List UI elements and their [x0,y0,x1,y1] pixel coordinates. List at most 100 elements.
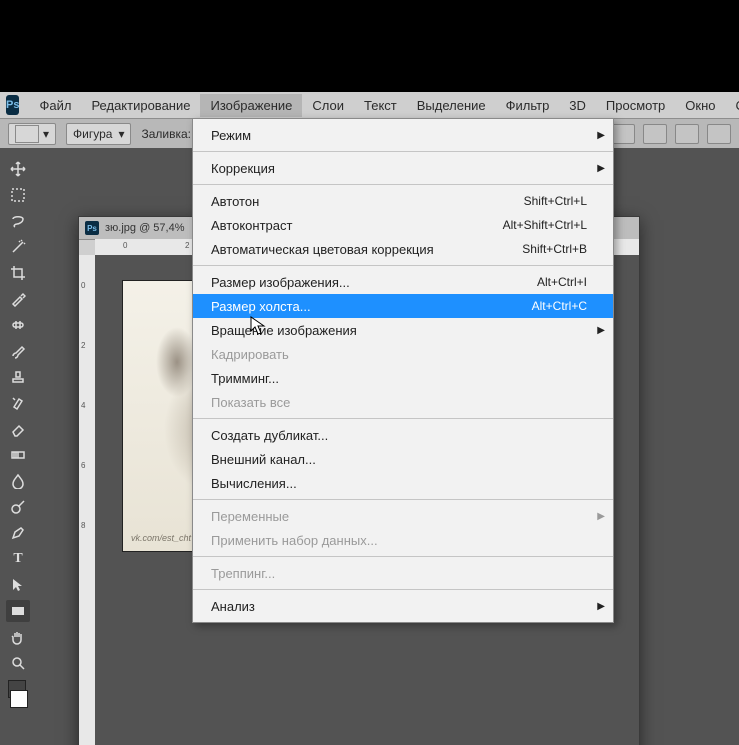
dodge-tool[interactable] [6,496,30,518]
menu-rotation[interactable]: Вращение изображения ▶ [193,318,613,342]
pen-tool[interactable] [6,522,30,544]
ruler-v-tick: 2 [81,341,85,350]
menu-analysis[interactable]: Анализ ▶ [193,594,613,618]
app-root: Ps Файл Редактирование Изображение Слои … [0,0,739,745]
rectangle-tool[interactable] [6,600,30,622]
menu-reveal-all-label: Показать все [211,395,290,410]
menu-auto-contrast[interactable]: Автоконтраст Alt+Shift+Ctrl+L [193,213,613,237]
menu-trap[interactable]: Треппинг... [193,561,613,585]
submenu-arrow-icon: ▶ [597,130,605,141]
crop-tool[interactable] [6,262,30,284]
menu-auto-contrast-label: Автоконтраст [211,218,292,233]
ruler-vertical[interactable]: 0 2 4 6 8 [79,255,96,745]
eyedropper-tool[interactable] [6,288,30,310]
hand-tool[interactable] [6,626,30,648]
menu-crop-label: Кадрировать [211,347,289,362]
wand-tool[interactable] [6,236,30,258]
ruler-v-tick: 0 [81,281,85,290]
menu-crop[interactable]: Кадрировать [193,342,613,366]
move-tool[interactable] [6,158,30,180]
menu-canvas-size[interactable]: Размер холста... Alt+Ctrl+C [193,294,613,318]
type-tool[interactable]: T [6,548,30,570]
toolbox: T [3,156,33,710]
menu-apply-image-label: Внешний канал... [211,452,316,467]
menu-duplicate[interactable]: Создать дубликат... [193,423,613,447]
menu-auto-tone[interactable]: Автотон Shift+Ctrl+L [193,189,613,213]
menu-auto-contrast-key: Alt+Shift+Ctrl+L [503,218,587,232]
ruler-v-tick: 6 [81,461,85,470]
fill-label: Заливка: [141,127,191,141]
eraser-tool[interactable] [6,418,30,440]
menu-layers[interactable]: Слои [302,94,354,117]
stamp-tool[interactable] [6,366,30,388]
color-swatches[interactable] [6,678,30,710]
menu-trap-label: Треппинг... [211,566,275,581]
menu-mode[interactable]: Режим ▶ [193,123,613,147]
ruler-v-tick: 8 [81,521,85,530]
menu-edit[interactable]: Редактирование [81,94,200,117]
menu-type[interactable]: Текст [354,94,407,117]
menu-auto-color-label: Автоматическая цветовая коррекция [211,242,434,257]
ruler-v-tick: 4 [81,401,85,410]
shape-mode-label: Фигура [73,127,112,141]
image-menu-popup: Режим ▶ Коррекция ▶ Автотон Shift+Ctrl+L… [192,118,614,623]
menu-image[interactable]: Изображение [200,94,302,117]
menu-duplicate-label: Создать дубликат... [211,428,328,443]
opt-icon-1[interactable] [611,124,635,144]
shape-preset-dropdown[interactable]: ▾ [8,123,56,145]
menu-help[interactable]: Справка [726,94,739,117]
marquee-tool[interactable] [6,184,30,206]
shape-mode-dropdown[interactable]: Фигура ▾ [66,123,131,145]
menu-image-size[interactable]: Размер изображения... Alt+Ctrl+I [193,270,613,294]
menu-adjustments-label: Коррекция [211,161,275,176]
options-right-group [611,124,739,144]
menu-apply-data[interactable]: Применить набор данных... [193,528,613,552]
menu-auto-tone-key: Shift+Ctrl+L [524,194,587,208]
menu-filter[interactable]: Фильтр [496,94,560,117]
menu-file[interactable]: Файл [29,94,81,117]
zoom-tool[interactable] [6,652,30,674]
menu-canvas-size-label: Размер холста... [211,299,311,314]
menu-select[interactable]: Выделение [407,94,496,117]
menu-analysis-label: Анализ [211,599,255,614]
path-select-tool[interactable] [6,574,30,596]
menu-apply-image[interactable]: Внешний канал... [193,447,613,471]
menu-view[interactable]: Просмотр [596,94,675,117]
doc-logo-icon: Ps [85,221,99,235]
menu-trim-label: Тримминг... [211,371,279,386]
menu-rotation-label: Вращение изображения [211,323,357,338]
menu-image-size-key: Alt+Ctrl+I [537,275,587,289]
blur-tool[interactable] [6,470,30,492]
menu-canvas-size-key: Alt+Ctrl+C [532,299,587,313]
app-logo: Ps [6,95,19,115]
menu-variables-label: Переменные [211,509,289,524]
menu-trim[interactable]: Тримминг... [193,366,613,390]
lasso-tool[interactable] [6,210,30,232]
background-swatch[interactable] [10,690,28,708]
menu-calculations[interactable]: Вычисления... [193,471,613,495]
menu-image-size-label: Размер изображения... [211,275,350,290]
heal-tool[interactable] [6,314,30,336]
menu-window[interactable]: Окно [675,94,725,117]
submenu-arrow-icon: ▶ [597,163,605,174]
gear-icon[interactable] [707,124,731,144]
image-watermark: vk.com/est_cht [131,533,191,543]
gradient-tool[interactable] [6,444,30,466]
align-icon[interactable] [643,124,667,144]
menu-reveal-all[interactable]: Показать все [193,390,613,414]
menu-3d[interactable]: 3D [559,94,596,117]
history-brush-tool[interactable] [6,392,30,414]
menu-calculations-label: Вычисления... [211,476,297,491]
menu-mode-label: Режим [211,128,251,143]
ruler-h-tick: 0 [123,241,127,250]
arrange-icon[interactable] [675,124,699,144]
menu-adjustments[interactable]: Коррекция ▶ [193,156,613,180]
ruler-h-tick: 2 [185,241,189,250]
menu-variables[interactable]: Переменные ▶ [193,504,613,528]
submenu-arrow-icon: ▶ [597,511,605,522]
menu-auto-tone-label: Автотон [211,194,259,209]
menu-auto-color[interactable]: Автоматическая цветовая коррекция Shift+… [193,237,613,261]
window-blackbar [0,0,739,92]
brush-tool[interactable] [6,340,30,362]
menu-apply-data-label: Применить набор данных... [211,533,378,548]
